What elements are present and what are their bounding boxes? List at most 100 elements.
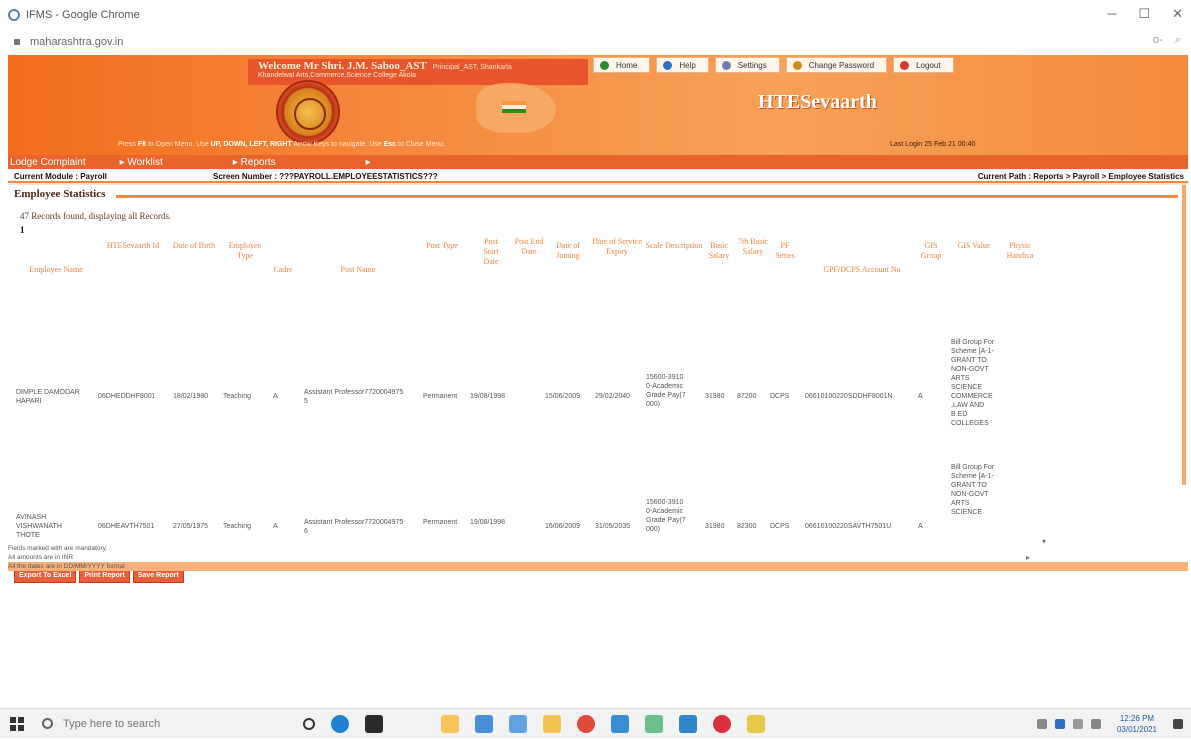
cell-dob: 27/05/1975 <box>173 523 209 530</box>
col-physic-handicap[interactable]: Physic Handica <box>998 241 1042 261</box>
cell-emp-type: Teaching <box>223 393 252 400</box>
app-icon-1[interactable] <box>441 714 459 733</box>
show-hidden-icon[interactable] <box>1072 719 1083 729</box>
windows-start-icon[interactable] <box>10 716 24 731</box>
note-date-format: All the dates are in DD/MM/YYYY format <box>8 562 1188 571</box>
app-icon-8[interactable] <box>747 714 765 733</box>
col-dob[interactable]: Date of Birth <box>172 241 216 251</box>
site-info-icon[interactable] <box>14 39 20 45</box>
chrome-icon[interactable] <box>577 714 595 733</box>
app-icon-5[interactable] <box>645 714 663 733</box>
url-text[interactable]: maharashtra.gov.in <box>30 36 123 48</box>
user-role: Principal_AST, Shankarla <box>432 64 512 71</box>
cell-doj: 15/06/2009 <box>545 393 581 400</box>
cell-pf-series: DCPS <box>770 393 790 400</box>
state-emblem-logo <box>276 80 340 144</box>
current-module: Current Module : Payroll <box>14 172 107 181</box>
path-bar: Current Module : Payroll Screen Number :… <box>8 169 1188 183</box>
menu-worklist[interactable]: ▸ Worklist <box>120 157 163 168</box>
app-icon-4[interactable] <box>611 714 629 733</box>
address-bar[interactable]: maharashtra.gov.in o- ⌕ <box>0 30 1191 54</box>
col-gis-group[interactable]: GIS Group <box>916 241 946 261</box>
vertical-scrollbar[interactable] <box>1182 185 1186 485</box>
col-employee-name[interactable]: Employee Name <box>12 265 100 275</box>
col-cadre[interactable]: Cadre <box>268 265 298 275</box>
cell-dob: 18/02/1980 <box>173 393 209 400</box>
cell-employee-name: AVINASH VISHWANATH THOTE <box>16 514 62 539</box>
main-menu: Lodge Complaint ▸ Worklist ▸ Reports ▸ <box>8 155 1188 169</box>
screen-number: Screen Number : ???PAYROLL.EMPLOYEESTATI… <box>213 172 438 181</box>
network-icon[interactable] <box>1036 719 1047 729</box>
home-button[interactable]: Home <box>593 57 651 73</box>
cell-doe: 29/02/2040 <box>595 393 631 400</box>
page-title: Employee Statistics <box>14 188 106 200</box>
settings-button[interactable]: Settings <box>714 57 780 73</box>
settings-icon <box>721 61 731 70</box>
change-password-button[interactable]: Change Password <box>785 57 888 73</box>
cortana-icon[interactable] <box>303 717 315 730</box>
india-map-flag-icon <box>476 83 556 133</box>
app-icon-7[interactable] <box>713 714 731 733</box>
windows-taskbar: Type here to search 12:26 PM 03/01/2021 <box>0 708 1191 738</box>
cell-sevaarth-id: 06DHEAVTH7501 <box>98 523 155 530</box>
app-icon-6[interactable] <box>679 714 697 733</box>
maximize-icon[interactable]: ☐ <box>1138 6 1150 22</box>
col-gpf-no[interactable]: GPF/DCPS Account No <box>802 265 922 275</box>
top-nav: Home Help Settings Change Password Logou… <box>593 57 960 73</box>
home-icon <box>600 61 609 70</box>
system-tray: 12:26 PM 03/01/2021 <box>1036 709 1183 739</box>
cell-scale: 15600-39100-Academic Grade Pay(7000) <box>646 499 686 533</box>
col-post-type[interactable]: Post Type <box>426 241 458 251</box>
help-button[interactable]: Help <box>656 57 709 73</box>
cell-cadre: A <box>273 393 278 400</box>
key-icon <box>792 61 802 70</box>
notifications-icon[interactable] <box>1173 719 1183 729</box>
app-icon-3[interactable] <box>509 714 527 733</box>
key-icon[interactable]: o- <box>1153 34 1163 47</box>
col-scale[interactable]: Scale Description <box>644 241 704 251</box>
clock[interactable]: 12:26 PM 03/01/2021 <box>1117 713 1157 735</box>
col-pf-series[interactable]: PF Series <box>770 241 800 261</box>
cell-post-start: 19/08/1998 <box>470 393 506 400</box>
clock-date: 03/01/2021 <box>1116 725 1157 734</box>
clock-time: 12:26 PM <box>1119 714 1155 723</box>
minimize-icon[interactable]: ─ <box>1107 6 1116 22</box>
col-post-name[interactable]: Post Name <box>308 265 408 275</box>
menu-more[interactable]: ▸ <box>366 157 371 168</box>
institution-name: Khandelwal Arts,Commerce,Science College… <box>258 72 416 79</box>
app-icon-2[interactable] <box>475 714 493 733</box>
menu-lodge-complaint[interactable]: Lodge Complaint <box>10 157 86 168</box>
window-title: IFMS - Google Chrome <box>26 9 140 21</box>
col-doj[interactable]: Date of Joining <box>546 241 590 261</box>
cell-post-type: Permanent <box>423 393 458 400</box>
file-explorer-icon[interactable] <box>543 714 561 733</box>
col-employee-type[interactable]: Employee Type <box>220 241 270 261</box>
logout-button[interactable]: Logout <box>893 57 954 73</box>
note-currency: All amounts are in INR <box>8 554 74 561</box>
cell-basic: 31980 <box>705 393 725 400</box>
pinned-apps <box>303 714 765 733</box>
cell-gpf-no: 06610100220SAVTH7501U <box>805 523 892 530</box>
col-post-start[interactable]: Post Start Date <box>476 237 506 267</box>
col-post-end[interactable]: Post End Date <box>514 237 544 257</box>
volume-icon[interactable] <box>1090 719 1101 729</box>
col-basic[interactable]: Basic Salary <box>702 241 736 261</box>
cell-basic7: 82300 <box>737 523 757 530</box>
cell-basic7: 87200 <box>737 393 757 400</box>
store-icon[interactable] <box>365 714 383 733</box>
cell-gis-value: Bill Group For Scheme [A-1-GRANT TO NON-… <box>951 464 995 516</box>
zoom-icon[interactable]: ⌕ <box>1175 34 1181 47</box>
col-doe[interactable]: Date of Service Expiry <box>592 237 642 257</box>
edge-icon[interactable] <box>331 714 349 733</box>
col-gis-value[interactable]: GIS Value <box>954 241 994 251</box>
menu-reports[interactable]: ▸ Reports <box>233 157 276 168</box>
taskbar-search-input[interactable]: Type here to search <box>63 718 303 730</box>
col-sevaarth-id[interactable]: HTESevaarth Id <box>100 241 166 251</box>
close-icon[interactable]: ✕ <box>1172 6 1183 22</box>
people-icon[interactable] <box>1054 719 1065 729</box>
col-basic7[interactable]: 7th Basic Salary <box>738 237 768 257</box>
page-link-1[interactable]: 1 <box>20 225 25 235</box>
cell-scale: 15600-39100-Academic Grade Pay(7000) <box>646 374 686 408</box>
report-content: Employee Statistics 47 Records found, di… <box>8 185 1188 583</box>
cell-gpf-no: 06610100220SDDHF8001N <box>805 393 893 400</box>
